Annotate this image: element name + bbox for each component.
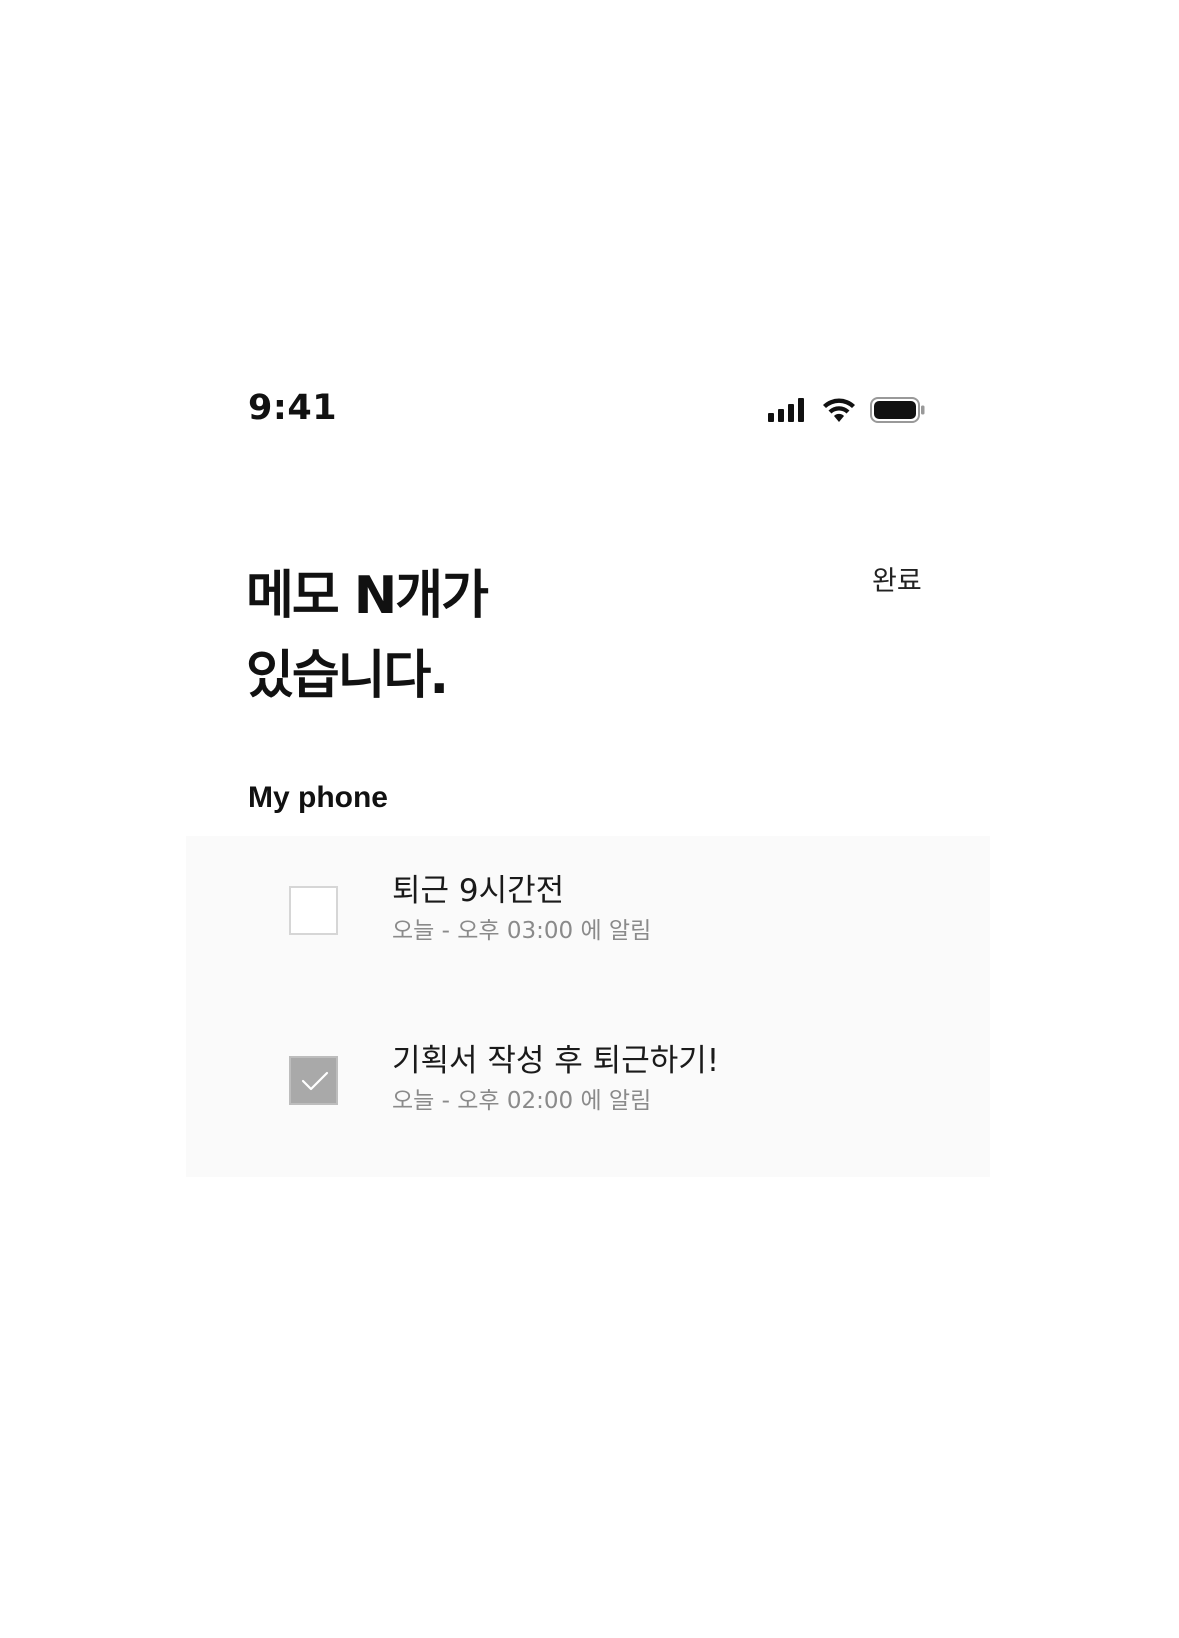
page-title-line-2: 있습니다.: [246, 646, 449, 706]
checkmark-icon: [301, 1071, 329, 1091]
memo-item[interactable]: 퇴근 9시간전 오늘 - 오후 03:00 에 알림: [186, 873, 990, 1006]
status-bar-icons: [768, 393, 926, 427]
memo-reminder-text: 오늘 - 오후 02:00 에 알림: [392, 1088, 652, 1114]
status-bar-time: 9:41: [248, 388, 338, 428]
memo-reminder-text: 오늘 - 오후 03:00 에 알림: [392, 918, 652, 944]
memo-item[interactable]: 기획서 작성 후 퇴근하기! 오늘 - 오후 02:00 에 알림: [186, 1043, 990, 1176]
memo-list: 퇴근 9시간전 오늘 - 오후 03:00 에 알림 기획서 작성 후 퇴근하기…: [186, 836, 990, 1177]
memo-title: 기획서 작성 후 퇴근하기!: [392, 1043, 720, 1079]
page-title: 메모 N개가 있습니다.: [246, 556, 666, 716]
page-title-line-1: 메모 N개가: [246, 566, 489, 626]
memo-checkbox[interactable]: [289, 886, 338, 935]
battery-icon: [870, 397, 926, 423]
done-button[interactable]: 완료: [872, 564, 922, 600]
memo-title: 퇴근 9시간전: [392, 873, 565, 909]
wifi-icon: [822, 397, 856, 423]
cellular-signal-icon: [768, 398, 808, 422]
memo-checkbox-checked[interactable]: [289, 1056, 338, 1105]
section-title: My phone: [248, 781, 388, 814]
